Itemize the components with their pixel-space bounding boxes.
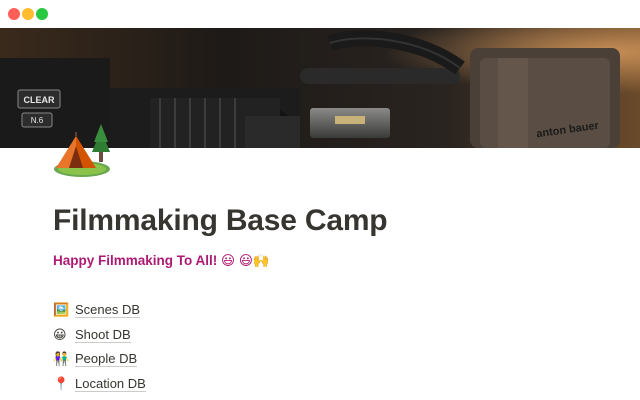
database-links: 🖼️ Scenes DB 😀 Shoot DB 👫 People DB 📍 Lo… — [53, 298, 146, 396]
link-location-db[interactable]: 📍 Location DB — [53, 372, 146, 397]
people-icon: 👫 — [53, 351, 70, 367]
link-label[interactable]: Scenes DB — [75, 302, 141, 319]
pushpin-icon: 📍 — [53, 375, 70, 391]
link-label[interactable]: People DB — [75, 351, 138, 368]
grinning-face-icon: 😀 — [53, 326, 67, 342]
page-title: Filmmaking Base Camp — [53, 204, 388, 237]
page-subtitle: Happy Filmmaking To All! 😃 😃🙌 — [53, 253, 270, 269]
link-scenes-db[interactable]: 🖼️ Scenes DB — [53, 298, 146, 323]
subtitle-text: Happy Filmmaking To All! — [53, 253, 218, 268]
framed-picture-icon: 🖼️ — [53, 302, 70, 318]
link-label[interactable]: Location DB — [75, 376, 146, 392]
link-shoot-db[interactable]: 😀 Shoot DB — [53, 323, 146, 348]
clear-label: CLEAR — [24, 95, 55, 105]
close-window-button[interactable] — [8, 8, 20, 20]
nd-label: N.6 — [31, 116, 44, 125]
subtitle-emojis: 😃 😃🙌 — [221, 253, 270, 268]
link-people-db[interactable]: 👫 People DB — [53, 347, 146, 372]
zoom-window-button[interactable] — [36, 8, 48, 20]
link-label[interactable]: Shoot DB — [75, 327, 131, 343]
camping-tent-icon[interactable] — [52, 122, 116, 182]
minimize-window-button[interactable] — [22, 8, 34, 20]
window-titlebar — [0, 0, 640, 28]
